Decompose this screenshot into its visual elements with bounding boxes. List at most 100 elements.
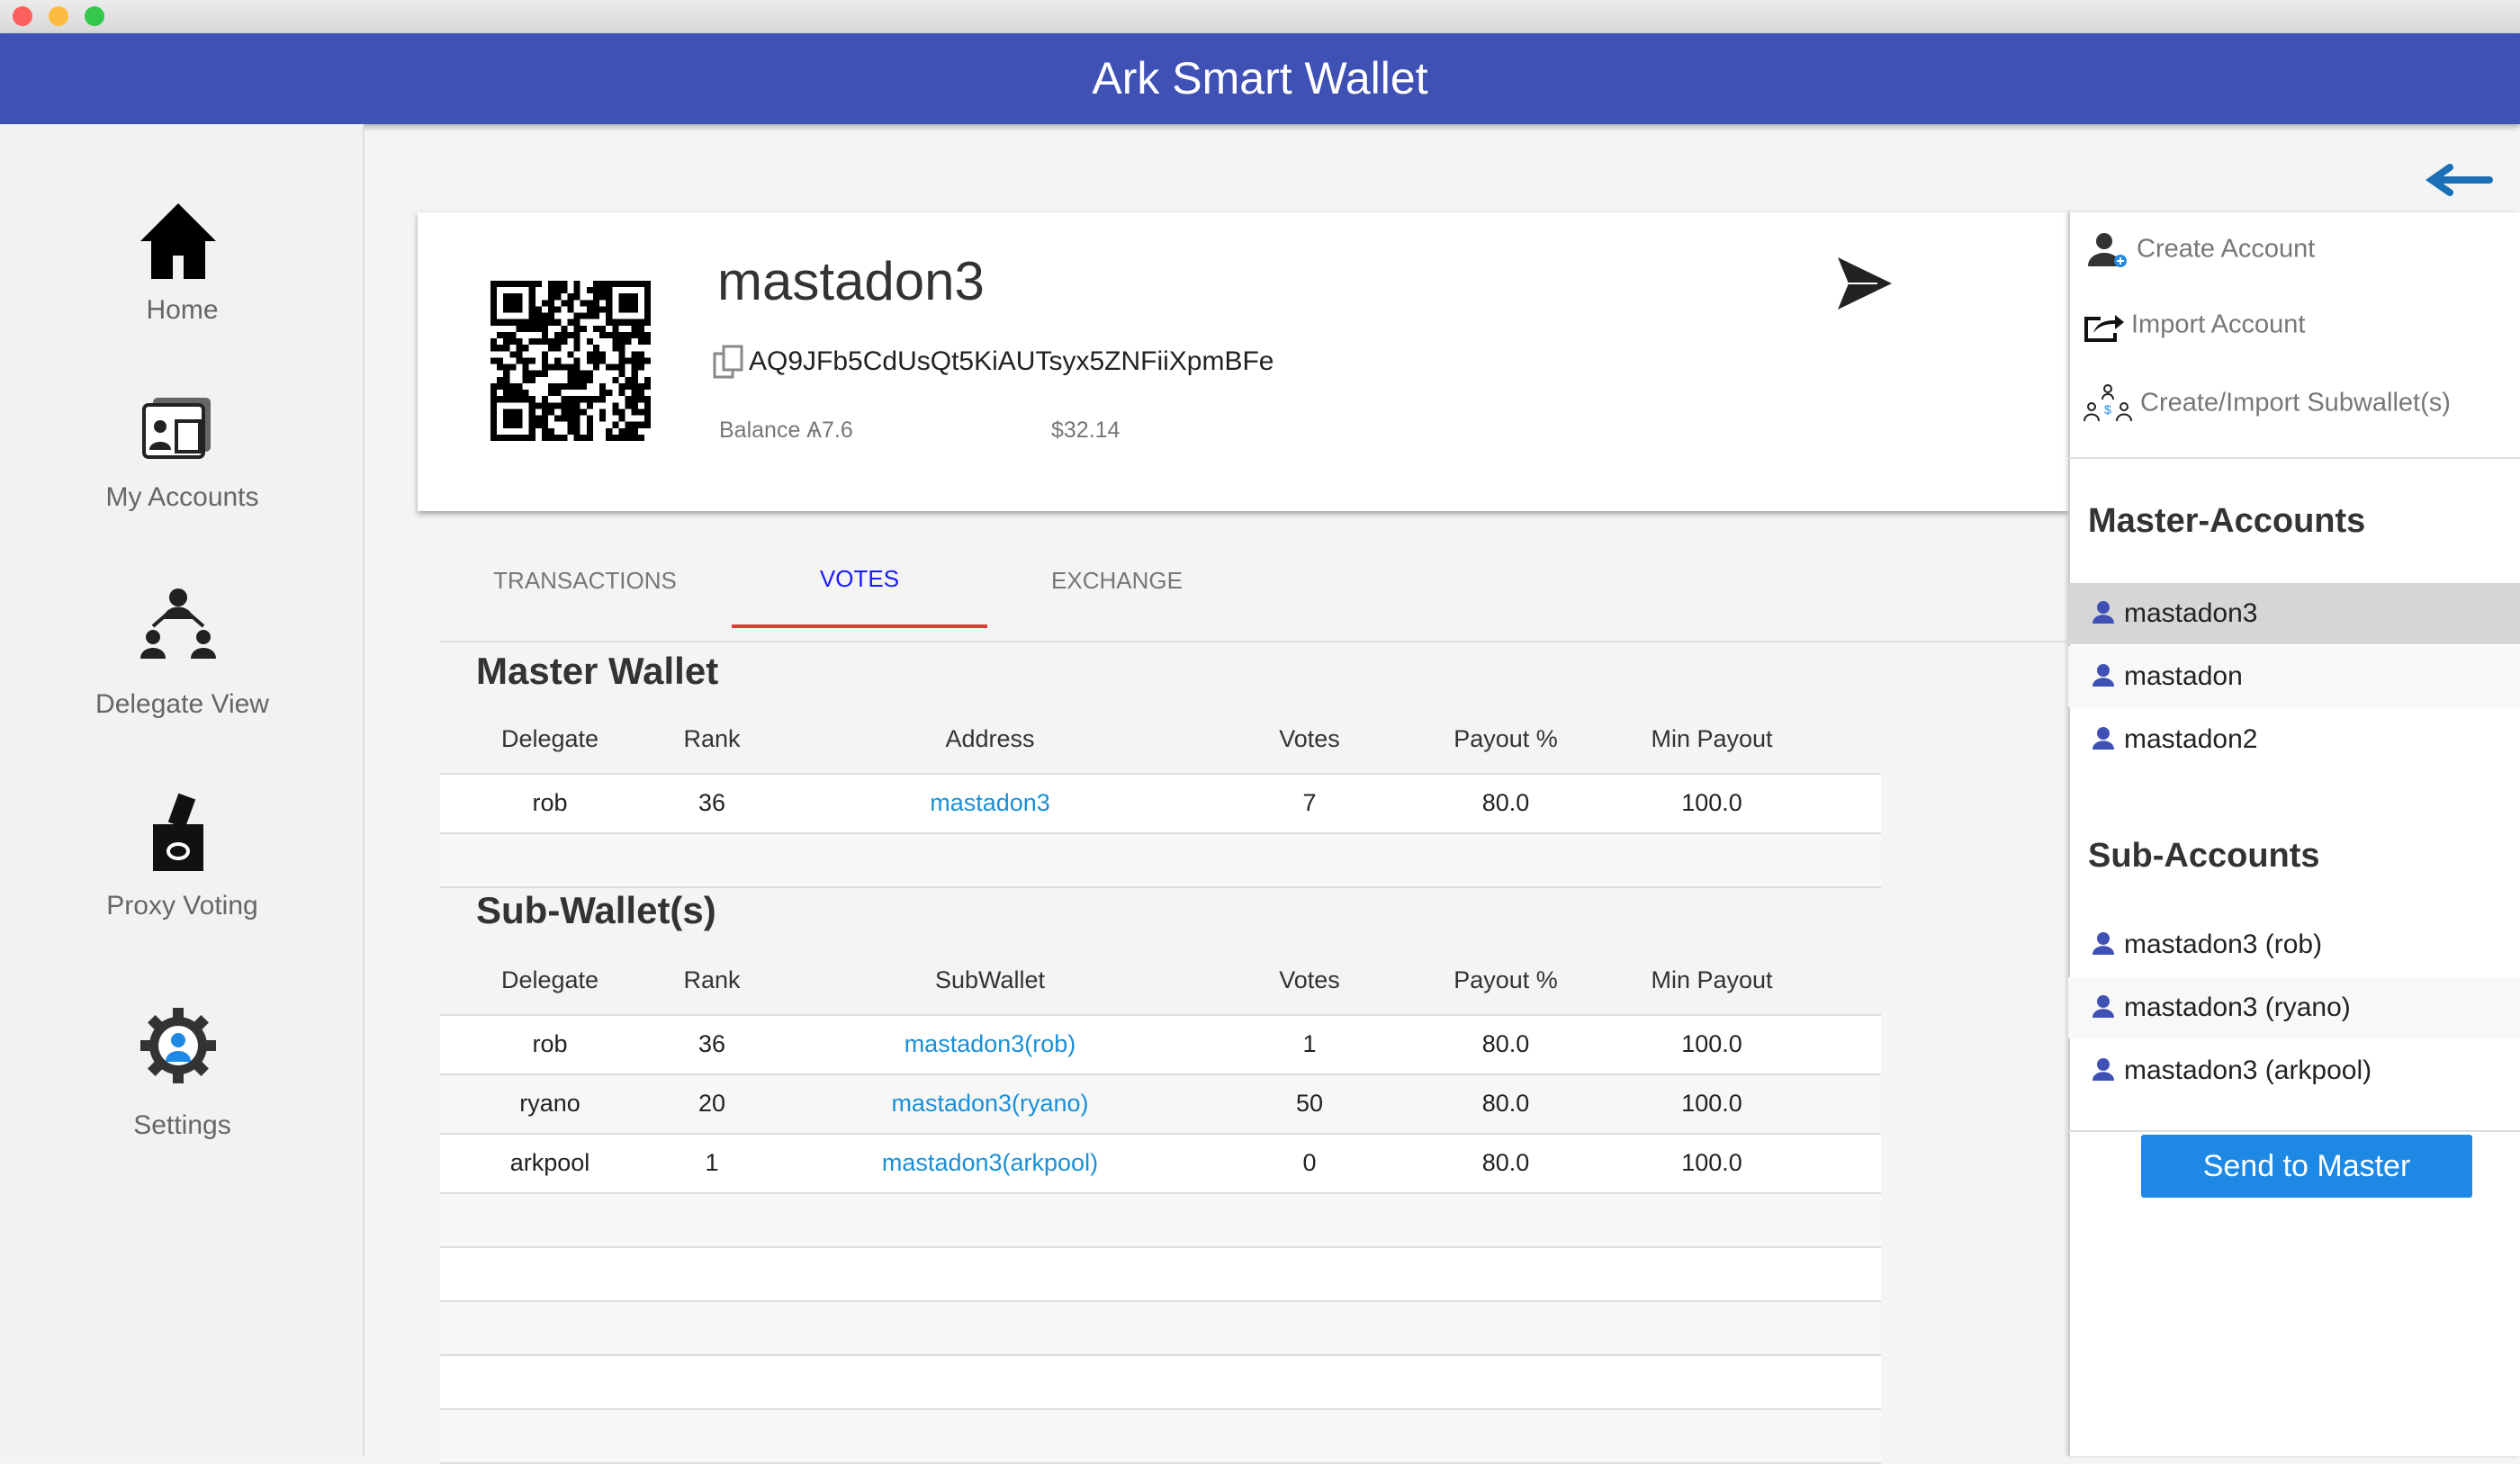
- create-account-item[interactable]: Create Account: [2086, 232, 2315, 268]
- column-header: Rank: [683, 966, 741, 993]
- table-cell: 100.0: [1681, 1090, 1742, 1117]
- table-cell: 80.0: [1481, 1090, 1530, 1117]
- wallet-link[interactable]: mastadon3: [930, 789, 1050, 817]
- empty-row: [440, 1354, 1881, 1408]
- table-cell: 50: [1295, 1090, 1324, 1117]
- tab-exchange[interactable]: EXCHANGE: [989, 567, 1245, 595]
- master-accounts-title: Master-Accounts: [2088, 502, 2366, 540]
- table-cell: ryano: [519, 1090, 580, 1117]
- sidebar-item-label: Settings: [133, 1110, 231, 1140]
- accounts-icon: [142, 398, 211, 459]
- table-bottom-border: [440, 886, 1881, 888]
- user-icon: [2092, 995, 2114, 1018]
- menu-label: Import Account: [2131, 310, 2306, 339]
- app-header: Ark Smart Wallet: [0, 33, 2520, 124]
- balance-usd: $32.14: [1051, 418, 1120, 443]
- column-header: Address: [945, 725, 1035, 752]
- table-row: [440, 1014, 1881, 1073]
- column-header: Votes: [1279, 725, 1340, 752]
- menu-label: Create/Import Subwallet(s): [2140, 388, 2451, 418]
- user-icon: [2092, 664, 2114, 687]
- account-name-label: mastadon3 (arkpool): [2124, 1055, 2372, 1085]
- sidebar-item-label: My Accounts: [105, 482, 259, 512]
- account-list-item[interactable]: mastadon3 (ryano): [2068, 977, 2520, 1038]
- account-list-item[interactable]: mastadon3 (arkpool): [2068, 1040, 2520, 1101]
- add-user-icon: [2088, 233, 2127, 267]
- account-list-item[interactable]: mastadon2: [2068, 709, 2520, 770]
- account-address[interactable]: AQ9JFb5CdUsQt5KiAUTsyx5ZNFiiXpmBFe: [749, 346, 1274, 377]
- table-cell: 36: [698, 789, 726, 816]
- menu-label: Create Account: [2137, 234, 2316, 264]
- empty-row: [440, 1300, 1881, 1354]
- table-cell: 100.0: [1681, 1030, 1742, 1057]
- table-cell: 80.0: [1481, 1030, 1530, 1057]
- table-cell: rob: [532, 1030, 568, 1057]
- account-name-label: mastadon3 (ryano): [2124, 992, 2351, 1022]
- table-cell: 7: [1302, 789, 1317, 816]
- home-icon: [140, 203, 216, 279]
- create-import-subwallet-item[interactable]: $ Create/Import Subwallet(s): [2083, 383, 2451, 425]
- copy-icon[interactable]: [713, 345, 743, 379]
- divider: [2068, 457, 2520, 459]
- table-cell: 0: [1302, 1149, 1317, 1176]
- send-to-master-button[interactable]: Send to Master: [2141, 1135, 2472, 1198]
- sidebar-item-my-accounts[interactable]: My Accounts: [0, 367, 364, 512]
- table-cell: 1: [705, 1149, 719, 1176]
- sidebar-item-settings[interactable]: Settings: [0, 988, 364, 1140]
- send-icon[interactable]: [1832, 252, 1895, 315]
- column-header: Payout %: [1454, 966, 1558, 993]
- account-list-item[interactable]: mastadon3 (rob): [2068, 914, 2520, 975]
- tab-votes[interactable]: VOTES: [732, 565, 987, 593]
- table-cell: 20: [698, 1090, 726, 1117]
- sidebar-item-home[interactable]: Home: [0, 160, 364, 325]
- divider: [2068, 1130, 2520, 1132]
- account-list-item[interactable]: mastadon: [2068, 646, 2520, 707]
- sidebar-item-proxy-voting[interactable]: Proxy Voting: [0, 781, 364, 921]
- empty-row: [440, 1192, 1881, 1246]
- subwallet-icon: $: [2084, 384, 2132, 422]
- user-icon: [2092, 1058, 2114, 1081]
- wallet-link[interactable]: mastadon3(ryano): [891, 1090, 1088, 1118]
- import-icon: [2084, 315, 2124, 342]
- minimize-window-button[interactable]: [49, 6, 68, 26]
- sidebar: Home My Accounts Delegate View Proxy Vot…: [0, 124, 364, 1456]
- sidebar-item-label: Home: [146, 295, 219, 325]
- sub-accounts-title: Sub-Accounts: [2088, 837, 2320, 875]
- empty-row: [440, 1246, 1881, 1300]
- column-header: Min Payout: [1651, 725, 1773, 752]
- table-row: [440, 773, 1881, 832]
- wallet-link[interactable]: mastadon3(arkpool): [882, 1149, 1098, 1177]
- tab-transactions[interactable]: TRANSACTIONS: [457, 567, 713, 595]
- back-arrow-icon[interactable]: [2425, 160, 2493, 200]
- user-icon: [2092, 727, 2114, 750]
- table-cell: 100.0: [1681, 1149, 1742, 1176]
- svg-text:$: $: [2104, 402, 2111, 417]
- user-icon: [2092, 932, 2114, 955]
- column-header: Votes: [1279, 966, 1340, 993]
- wallet-link[interactable]: mastadon3(rob): [904, 1030, 1076, 1058]
- account-list-item[interactable]: mastadon3: [2068, 583, 2520, 644]
- user-icon: [2092, 601, 2114, 624]
- account-name-label: mastadon3: [2124, 598, 2258, 628]
- column-header: Delegate: [500, 966, 599, 993]
- column-header: Min Payout: [1651, 966, 1773, 993]
- master-wallet-title: Master Wallet: [476, 650, 719, 692]
- import-account-item[interactable]: Import Account: [2083, 308, 2305, 344]
- table-cell: arkpool: [509, 1149, 590, 1176]
- sidebar-item-label: Delegate View: [95, 689, 269, 719]
- balance: Balance Ѧ7.6: [719, 418, 853, 443]
- table-cell: rob: [532, 789, 568, 816]
- account-name: mastadon3: [717, 251, 985, 311]
- column-header: Rank: [683, 725, 741, 752]
- tab-divider: [440, 641, 2066, 642]
- table-cell: 36: [698, 1030, 726, 1057]
- column-header: SubWallet: [934, 966, 1046, 993]
- account-name-label: mastadon: [2124, 661, 2243, 691]
- sidebar-item-delegate-view[interactable]: Delegate View: [0, 574, 364, 719]
- column-header: Payout %: [1454, 725, 1558, 752]
- table-cell: 1: [1302, 1030, 1317, 1057]
- close-window-button[interactable]: [13, 6, 32, 26]
- maximize-window-button[interactable]: [85, 6, 104, 26]
- delegate-icon: [140, 588, 216, 659]
- account-name-label: mastadon3 (rob): [2124, 930, 2323, 959]
